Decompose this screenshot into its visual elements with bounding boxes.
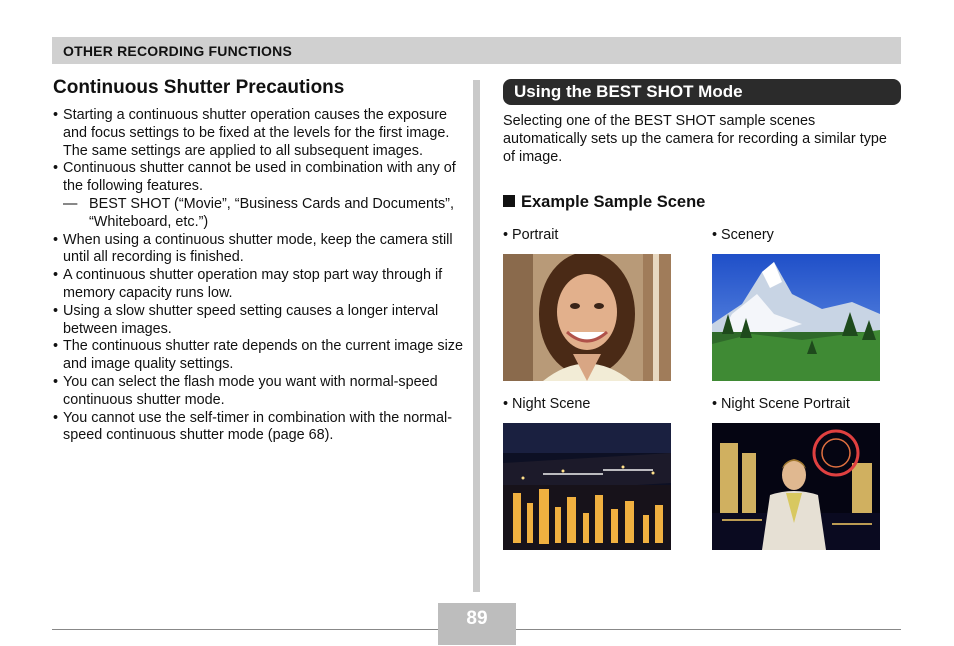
list-item: • Using a slow shutter speed setting caus… xyxy=(53,302,439,337)
scene-label-night-scene-portrait: • Night Scene Portrait xyxy=(712,396,850,412)
section-header-title: OTHER RECORDING FUNCTIONS xyxy=(63,43,292,59)
list-item: • Continuous shutter cannot be used in co… xyxy=(53,160,456,195)
page-number-box: 89 xyxy=(438,603,516,645)
scene-label-night-scene: • Night Scene xyxy=(503,396,591,412)
bullet-icon: • xyxy=(53,231,59,248)
list-item: • The continuous shutter rate depends on … xyxy=(53,338,463,373)
best-shot-section-bar: Using the BEST SHOT Mode xyxy=(503,79,901,105)
page-title: Continuous Shutter Precautions xyxy=(53,77,345,98)
precautions-list: • Starting a continuous shutter operation… xyxy=(53,107,463,445)
list-item: • Starting a continuous shutter operation… xyxy=(53,107,450,159)
best-shot-intro: Selecting one of the BEST SHOT sample sc… xyxy=(503,113,887,165)
bullet-icon: • xyxy=(53,267,59,284)
bullet-icon: • xyxy=(53,302,59,319)
bullet-icon: • xyxy=(53,338,59,355)
list-item: • You cannot use the self-timer in combin… xyxy=(53,409,453,444)
best-shot-section-title: Using the BEST SHOT Mode xyxy=(514,82,743,101)
bullet-icon: • xyxy=(53,373,59,390)
list-item: • When using a continuous shutter mode, k… xyxy=(53,231,453,266)
list-item: • You can select the flash mode you want … xyxy=(53,373,438,408)
bullet-icon: • xyxy=(53,409,59,426)
square-bullet-icon xyxy=(503,195,515,207)
dash-icon: — xyxy=(63,195,78,212)
portrait-photo xyxy=(503,254,671,381)
column-divider xyxy=(473,80,480,592)
scene-label-portrait: • Portrait xyxy=(503,227,559,243)
example-subheading: Example Sample Scene xyxy=(503,193,705,212)
night-scene-portrait-photo xyxy=(712,423,880,550)
night-scene-photo xyxy=(503,423,671,550)
list-item: • A continuous shutter operation may stop… xyxy=(53,267,443,301)
bullet-icon: • xyxy=(53,160,59,177)
scenery-photo xyxy=(712,254,880,381)
section-header-bar: OTHER RECORDING FUNCTIONS xyxy=(52,37,901,64)
list-subitem: — BEST SHOT (“Movie”, “Business Cards and… xyxy=(63,195,454,230)
page-number: 89 xyxy=(466,608,488,629)
bullet-icon: • xyxy=(53,107,59,123)
scene-label-scenery: • Scenery xyxy=(712,227,774,243)
